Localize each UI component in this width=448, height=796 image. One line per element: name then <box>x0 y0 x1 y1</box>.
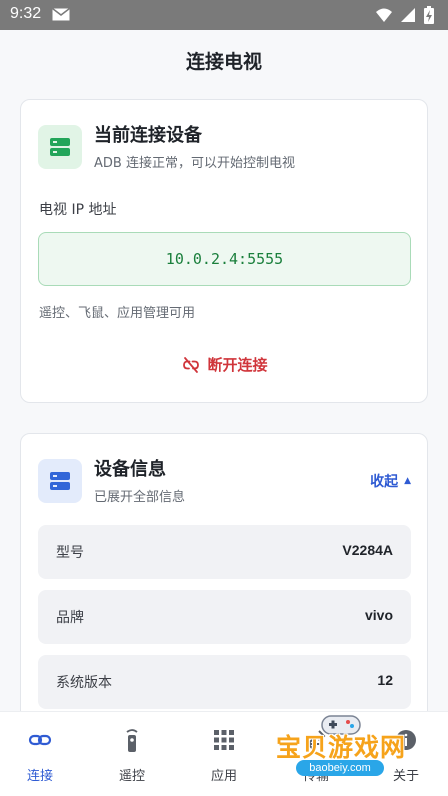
nav-item-apps[interactable]: 应用 <box>179 712 269 796</box>
page-title: 连接电视 <box>185 51 262 73</box>
info-value: vivo <box>364 607 393 623</box>
collapse-label: 收起 <box>370 474 399 490</box>
disconnect-button[interactable]: 断开连接 <box>21 354 429 375</box>
device-info-card: 设备信息 已展开全部信息 收起 ▲ 型号 V2284A 品牌 vivo 系统版本… <box>20 433 428 733</box>
battery-icon <box>424 6 434 24</box>
ip-address-display: 10.0.2.4:5555 <box>38 232 411 286</box>
disconnect-label: 断开连接 <box>207 356 268 374</box>
card-title: 设备信息 <box>94 459 166 480</box>
chevron-up-icon: ▲ <box>404 476 411 486</box>
connection-status-text: ADB 连接正常，可以开始控制电视 <box>94 156 295 171</box>
unlink-icon <box>183 356 200 373</box>
nav-label: 遥控 <box>118 769 145 784</box>
nav-item-connect[interactable]: 连接 <box>0 712 85 796</box>
info-value: 12 <box>377 672 393 688</box>
info-key: 型号 <box>56 545 84 561</box>
nav-label: 应用 <box>210 769 237 784</box>
available-features-hint: 遥控、飞鼠、应用管理可用 <box>39 306 196 321</box>
status-bar: 9:32 <box>0 0 448 30</box>
card-title: 当前连接设备 <box>94 125 202 146</box>
info-value: V2284A <box>342 542 393 558</box>
info-key: 品牌 <box>56 610 84 626</box>
remote-icon <box>126 729 138 752</box>
wifi-icon <box>376 8 392 22</box>
info-row-model: 型号 V2284A <box>38 525 411 579</box>
info-row-brand: 品牌 vivo <box>38 590 411 644</box>
watermark: 宝贝游戏网 baobeiy.com <box>272 710 422 792</box>
watermark-url: baobeiy.com <box>296 760 384 776</box>
ip-label: 电视 IP 地址 <box>39 202 117 218</box>
watermark-text: 宝贝游戏网 <box>276 733 407 762</box>
server-icon <box>38 125 82 169</box>
info-key: 系统版本 <box>56 675 112 691</box>
collapse-button[interactable]: 收起 ▲ <box>370 471 411 491</box>
mail-icon <box>52 8 70 21</box>
status-time: 9:32 <box>10 5 42 22</box>
card-subtitle: 已展开全部信息 <box>94 490 186 505</box>
info-row-os-version: 系统版本 12 <box>38 655 411 709</box>
nav-label: 连接 <box>26 769 53 784</box>
grid-icon <box>214 730 234 750</box>
signal-icon <box>401 8 415 22</box>
server-icon <box>38 459 82 503</box>
current-connection-card: 当前连接设备 ADB 连接正常，可以开始控制电视 电视 IP 地址 10.0.2… <box>20 99 428 403</box>
nav-item-remote[interactable]: 遥控 <box>87 712 177 796</box>
link-icon <box>28 734 52 746</box>
